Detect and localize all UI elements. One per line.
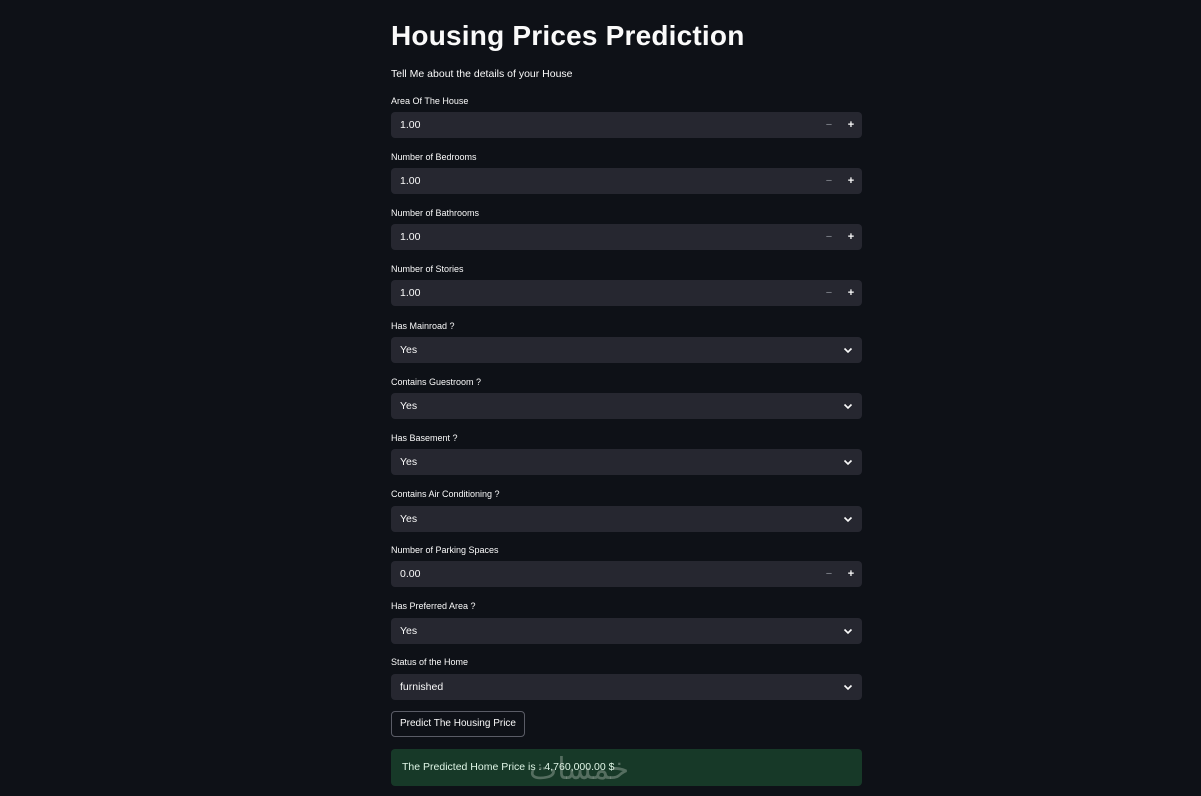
chevron-down-icon[interactable]: [843, 345, 853, 355]
minus-icon[interactable]: −: [818, 224, 840, 250]
furnishing-select[interactable]: furnished: [391, 674, 862, 700]
chevron-down-icon[interactable]: [843, 401, 853, 411]
plus-icon[interactable]: +: [840, 224, 862, 250]
stories-input[interactable]: 1.00 − +: [391, 280, 862, 306]
prefarea-select[interactable]: Yes: [391, 618, 862, 644]
basement-value: Yes: [400, 456, 418, 468]
parking-value[interactable]: 0.00: [400, 568, 420, 580]
area-value[interactable]: 1.00: [400, 119, 420, 131]
bathrooms-input[interactable]: 1.00 − +: [391, 224, 862, 250]
guestroom-label: Contains Guestroom ?: [391, 377, 482, 387]
bedrooms-input[interactable]: 1.00 − +: [391, 168, 862, 194]
minus-icon[interactable]: −: [818, 280, 840, 306]
page-subtitle: Tell Me about the details of your House: [391, 68, 573, 80]
prefarea-value: Yes: [400, 625, 418, 637]
bathrooms-stepper: − +: [818, 224, 862, 250]
area-label: Area Of The House: [391, 96, 469, 106]
parking-label: Number of Parking Spaces: [391, 545, 499, 555]
minus-icon[interactable]: −: [818, 168, 840, 194]
stories-stepper: − +: [818, 280, 862, 306]
parking-stepper: − +: [818, 561, 862, 587]
parking-input[interactable]: 0.00 − +: [391, 561, 862, 587]
chevron-down-icon[interactable]: [843, 514, 853, 524]
mainroad-select[interactable]: Yes: [391, 337, 862, 363]
prediction-text: The Predicted Home Price is : 4,760,000.…: [402, 761, 615, 773]
prediction-result: The Predicted Home Price is : 4,760,000.…: [391, 749, 862, 787]
plus-icon[interactable]: +: [840, 561, 862, 587]
stories-label: Number of Stories: [391, 264, 464, 274]
furnishing-label: Status of the Home: [391, 657, 469, 667]
area-stepper: − +: [818, 112, 862, 138]
aircon-label: Contains Air Conditioning ?: [391, 489, 500, 499]
chevron-down-icon[interactable]: [843, 626, 853, 636]
basement-select[interactable]: Yes: [391, 449, 862, 475]
mainroad-value: Yes: [400, 344, 418, 356]
plus-icon[interactable]: +: [840, 280, 862, 306]
area-input[interactable]: 1.00 − +: [391, 112, 862, 138]
guestroom-value: Yes: [400, 400, 418, 412]
bedrooms-value[interactable]: 1.00: [400, 175, 420, 187]
aircon-value: Yes: [400, 513, 418, 525]
minus-icon[interactable]: −: [818, 112, 840, 138]
chevron-down-icon[interactable]: [843, 457, 853, 467]
bedrooms-stepper: − +: [818, 168, 862, 194]
bathrooms-label: Number of Bathrooms: [391, 208, 480, 218]
guestroom-select[interactable]: Yes: [391, 393, 862, 419]
basement-label: Has Basement ?: [391, 433, 458, 443]
predict-button[interactable]: Predict The Housing Price: [391, 711, 525, 737]
aircon-select[interactable]: Yes: [391, 506, 862, 532]
bathrooms-value[interactable]: 1.00: [400, 231, 420, 243]
stories-value[interactable]: 1.00: [400, 287, 420, 299]
plus-icon[interactable]: +: [840, 112, 862, 138]
furnishing-value: furnished: [400, 681, 444, 693]
bedrooms-label: Number of Bedrooms: [391, 152, 477, 162]
mainroad-label: Has Mainroad ?: [391, 321, 455, 331]
chevron-down-icon[interactable]: [843, 682, 853, 692]
plus-icon[interactable]: +: [840, 168, 862, 194]
minus-icon[interactable]: −: [818, 561, 840, 587]
page-title: Housing Prices Prediction: [391, 20, 745, 51]
prefarea-label: Has Preferred Area ?: [391, 601, 476, 611]
